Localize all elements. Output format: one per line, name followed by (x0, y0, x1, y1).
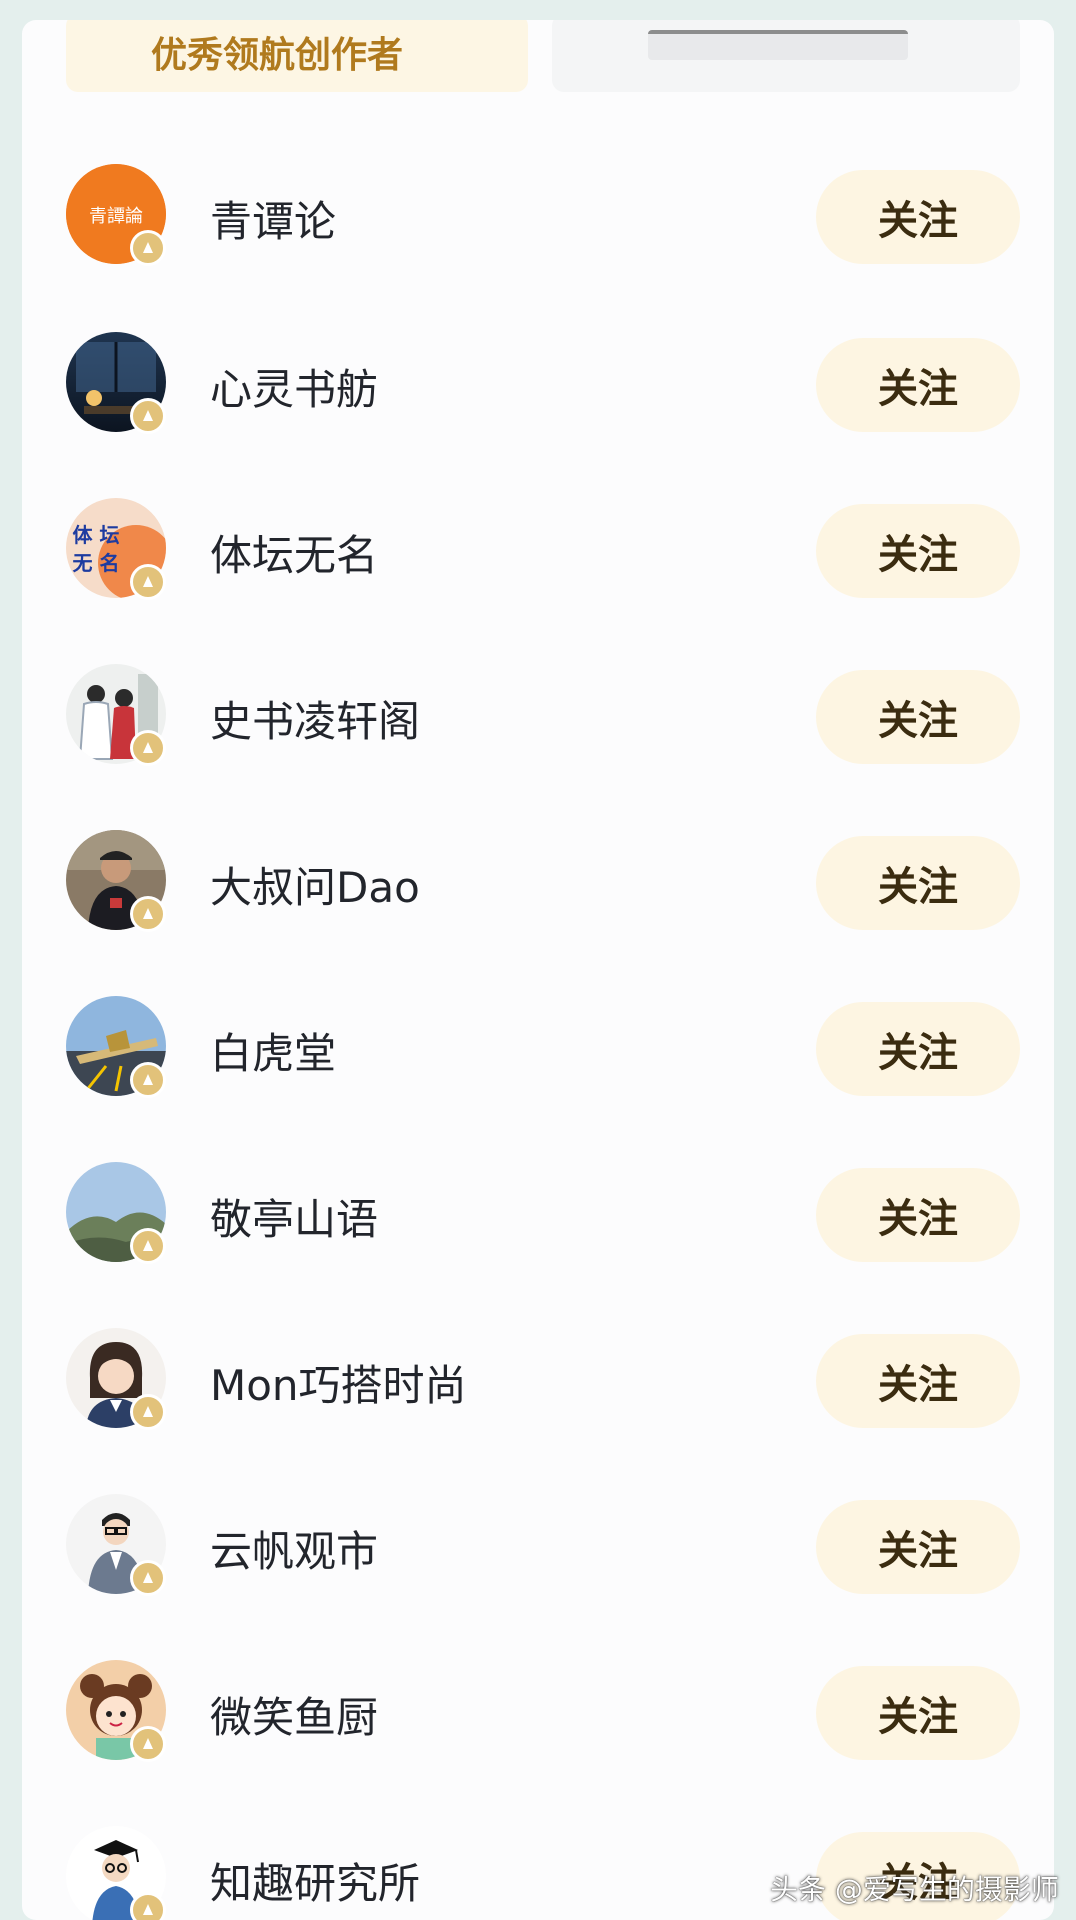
follow-button[interactable]: 关注 (816, 1500, 1020, 1594)
list-item[interactable]: 史书凌轩阁 关注 (22, 660, 1054, 770)
creator-badge-icon (130, 896, 166, 932)
creator-list-card: 优秀领航创作者 青譚論 青谭论 关注 心灵书舫 关注 体 坛 无 名 体坛无名 … (22, 20, 1054, 1920)
avatar-logo-text: 体 坛 (73, 523, 120, 547)
creator-tabs: 优秀领航创作者 (66, 20, 1032, 92)
list-item[interactable]: 微笑鱼厨 关注 (22, 1656, 1054, 1766)
follow-button[interactable]: 关注 (816, 1002, 1020, 1096)
creator-badge-icon (130, 564, 166, 600)
creator-badge-icon (130, 730, 166, 766)
creator-name[interactable]: 青谭论 (210, 188, 336, 249)
tab-other-label-blurred (648, 30, 908, 60)
creator-badge-icon (130, 1228, 166, 1264)
creator-name[interactable]: 云帆观市 (210, 1518, 378, 1579)
list-item[interactable]: 敬亭山语 关注 (22, 1158, 1054, 1268)
follow-button[interactable]: 关注 (816, 1168, 1020, 1262)
follow-button[interactable]: 关注 (816, 1666, 1020, 1760)
creator-name[interactable]: 知趣研究所 (210, 1850, 420, 1911)
list-item[interactable]: 大叔问Dao 关注 (22, 826, 1054, 936)
creator-name[interactable]: 大叔问Dao (210, 854, 420, 915)
creator-badge-icon (130, 1062, 166, 1098)
avatar-logo-text: 青譚論 (89, 206, 143, 227)
creator-badge-icon (130, 1560, 166, 1596)
creator-badge-icon (130, 398, 166, 434)
creator-badge-icon (130, 1726, 166, 1762)
list-item[interactable]: 白虎堂 关注 (22, 992, 1054, 1102)
tab-other[interactable] (552, 20, 1020, 92)
creator-name[interactable]: 白虎堂 (210, 1020, 336, 1081)
creator-name[interactable]: 微笑鱼厨 (210, 1684, 378, 1745)
creator-badge-icon (130, 1394, 166, 1430)
creator-badge-icon (130, 230, 166, 266)
creator-name[interactable]: 敬亭山语 (210, 1186, 378, 1247)
creator-name[interactable]: Mon巧搭时尚 (210, 1352, 467, 1413)
list-item[interactable]: 心灵书舫 关注 (22, 328, 1054, 438)
creator-name[interactable]: 体坛无名 (210, 522, 378, 583)
tab-excellent-creators-label: 优秀领航创作者 (150, 35, 403, 76)
tab-excellent-creators[interactable]: 优秀领航创作者 (66, 20, 528, 92)
list-item[interactable]: 云帆观市 关注 (22, 1490, 1054, 1600)
list-item[interactable]: Mon巧搭时尚 关注 (22, 1324, 1054, 1434)
follow-button[interactable]: 关注 (816, 504, 1020, 598)
list-item[interactable]: 青譚論 青谭论 关注 (22, 160, 1054, 270)
follow-button[interactable]: 关注 (816, 1334, 1020, 1428)
follow-button[interactable]: 关注 (816, 670, 1020, 764)
creator-badge-icon (130, 1892, 166, 1920)
follow-button[interactable]: 关注 (816, 338, 1020, 432)
creator-name[interactable]: 心灵书舫 (210, 356, 378, 417)
watermark-text: 头条 @爱写生的摄影师 (770, 1873, 1059, 1906)
list-item[interactable]: 体 坛 无 名 体坛无名 关注 (22, 494, 1054, 604)
follow-button[interactable]: 关注 (816, 170, 1020, 264)
avatar-logo-text: 无 名 (73, 551, 120, 575)
creator-name[interactable]: 史书凌轩阁 (210, 688, 420, 749)
follow-button[interactable]: 关注 (816, 836, 1020, 930)
